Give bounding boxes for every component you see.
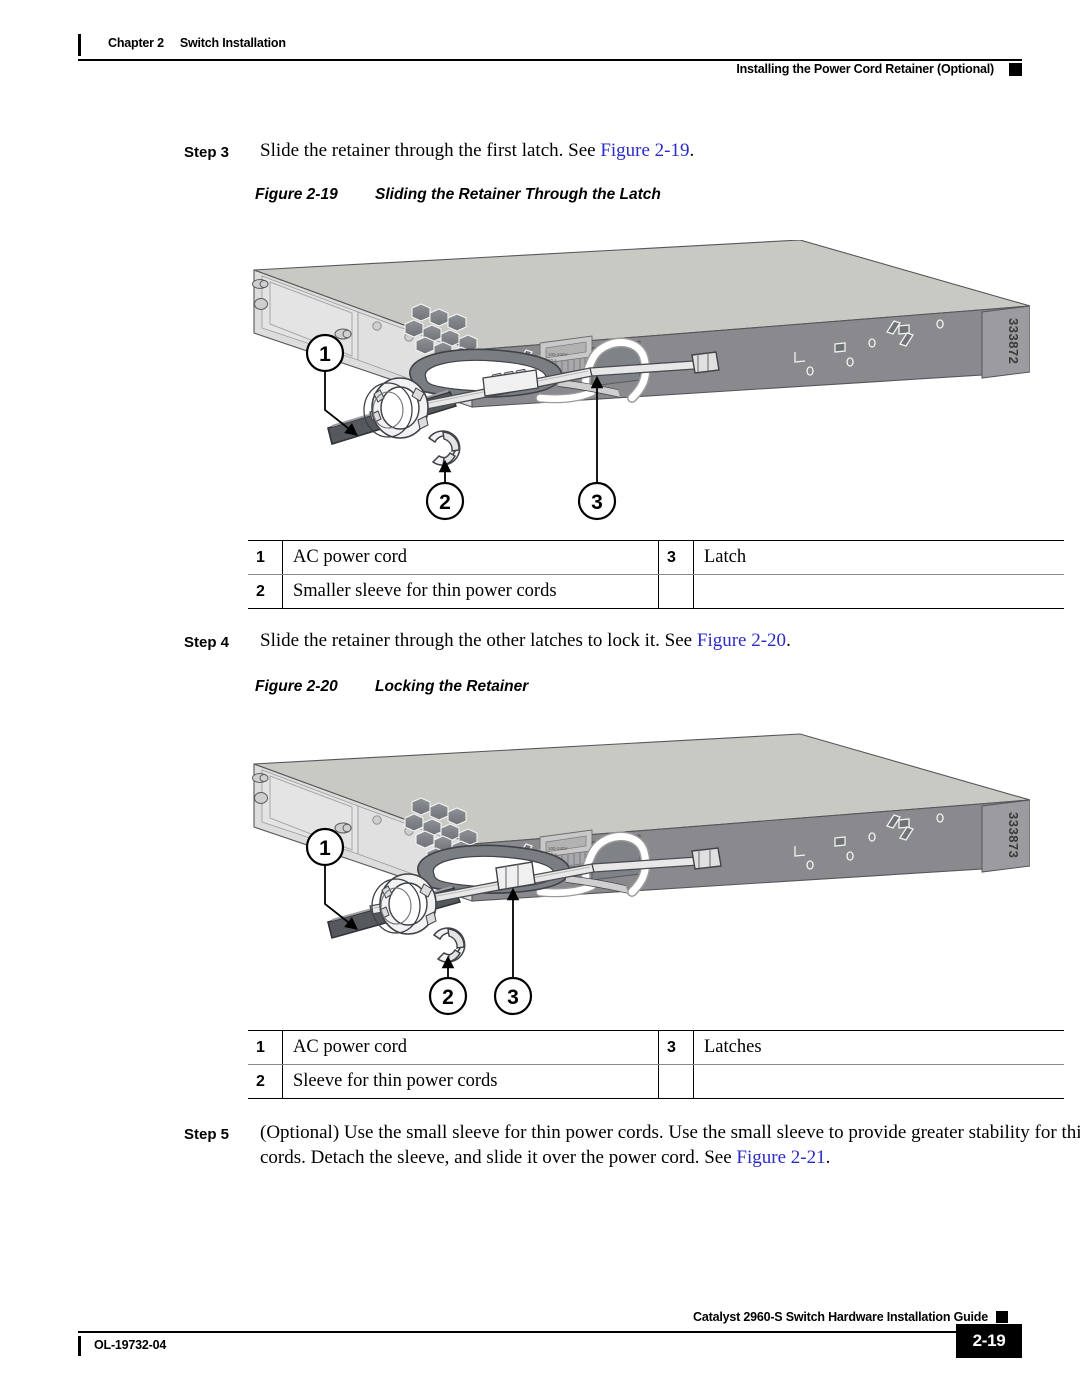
legend-number: 1 <box>248 1030 283 1065</box>
legend-text: Latches <box>693 1030 1064 1065</box>
svg-text:100-240V: 100-240V <box>548 846 568 851</box>
legend-text: AC power cord <box>282 1030 659 1065</box>
legend-number <box>658 574 694 609</box>
step-4-text-before: Slide the retainer through the other lat… <box>260 630 697 651</box>
header-section-title: Installing the Power Cord Retainer (Opti… <box>736 62 994 76</box>
header-tick-mark <box>78 34 81 56</box>
figure-2-20-legend-table: 1 AC power cord 3 Latches 2 Sleeve for t… <box>248 1030 1064 1099</box>
footer-guide-title: Catalyst 2960-S Switch Hardware Installa… <box>693 1310 988 1324</box>
svg-text:3: 3 <box>507 986 519 1009</box>
document-page: Chapter 2 Switch Installation Installing … <box>0 0 1080 1397</box>
step-4-label: Step 4 <box>184 634 230 651</box>
legend-text: Smaller sleeve for thin power cords <box>282 574 659 609</box>
footer-square-marker <box>996 1311 1008 1323</box>
step-3-text-after: . <box>689 140 695 161</box>
figure-2-20-title: Locking the Retainer <box>375 678 529 695</box>
figure-2-19-number: Figure 2-19 <box>255 186 338 203</box>
step-3-text: Slide the retainer through the first lat… <box>260 138 1040 163</box>
legend-number: 1 <box>248 540 283 575</box>
table-row: 2 Smaller sleeve for thin power cords <box>248 574 1064 609</box>
legend-number: 2 <box>248 574 283 609</box>
figure-2-20-number: Figure 2-20 <box>255 678 338 695</box>
table-row: 1 AC power cord 3 Latch <box>248 540 1064 575</box>
step-4-text-after: . <box>786 630 791 651</box>
table-row: 2 Sleeve for thin power cords <box>248 1064 1064 1099</box>
svg-text:2: 2 <box>442 986 454 1009</box>
step-3-text-before: Slide the retainer through the first lat… <box>260 140 601 161</box>
page-footer: Catalyst 2960-S Switch Hardware Installa… <box>78 1310 1022 1370</box>
step-5-label: Step 5 <box>184 1126 230 1143</box>
page-number-badge: 2-19 <box>956 1324 1022 1358</box>
footer-doc-id: OL-19732-04 <box>94 1338 167 1352</box>
step-3-xref[interactable]: Figure 2-19 <box>600 140 689 161</box>
figure-2-20-art-id: 333873 <box>1006 812 1021 859</box>
legend-text: AC power cord <box>282 540 659 575</box>
breadcrumb-chapter: Chapter 2 <box>108 36 164 50</box>
legend-text <box>693 574 1064 609</box>
figure-2-19-legend-table: 1 AC power cord 3 Latch 2 Smaller sleeve… <box>248 540 1064 609</box>
legend-number: 2 <box>248 1064 283 1099</box>
step-5-text-before: (Optional) Use the small sleeve for thin… <box>260 1122 1080 1168</box>
header-square-marker <box>1009 63 1022 76</box>
svg-text:1: 1 <box>319 837 331 860</box>
figure-2-20-illustration: 100-240V 10 A <box>240 728 1030 1018</box>
step-5-text-after: . <box>825 1147 831 1168</box>
figure-2-19-illustration: 100-240V 10 A 1 2 3 333872 <box>240 240 1030 530</box>
legend-text: Sleeve for thin power cords <box>282 1064 659 1099</box>
step-4-text: Slide the retainer through the other lat… <box>260 628 1040 653</box>
svg-text:3: 3 <box>591 491 603 514</box>
legend-text <box>693 1064 1064 1099</box>
breadcrumb: Chapter 2 Switch Installation <box>108 36 286 50</box>
breadcrumb-chapter-title: Switch Installation <box>179 36 286 50</box>
legend-number: 3 <box>658 1030 694 1065</box>
step-5-text: (Optional) Use the small sleeve for thin… <box>260 1120 1080 1170</box>
page-header: Chapter 2 Switch Installation Installing … <box>78 30 1022 78</box>
legend-text: Latch <box>693 540 1064 575</box>
legend-number: 3 <box>658 540 694 575</box>
figure-2-20-caption: Figure 2-20 Locking the Retainer <box>255 678 528 696</box>
footer-rule <box>78 1331 998 1333</box>
step-5-xref[interactable]: Figure 2-21 <box>736 1147 825 1168</box>
svg-text:2: 2 <box>439 491 451 514</box>
footer-tick-mark <box>78 1336 81 1356</box>
figure-2-19-art-id: 333872 <box>1006 318 1021 365</box>
figure-2-19-caption: Figure 2-19 Sliding the Retainer Through … <box>255 186 661 204</box>
step-3-label: Step 3 <box>184 144 230 161</box>
legend-number <box>658 1064 694 1099</box>
figure-2-19-title: Sliding the Retainer Through the Latch <box>375 186 661 203</box>
svg-text:1: 1 <box>319 343 331 366</box>
header-rule <box>78 59 1022 61</box>
step-4-xref[interactable]: Figure 2-20 <box>697 630 786 651</box>
table-row: 1 AC power cord 3 Latches <box>248 1030 1064 1065</box>
svg-text:100-240V: 100-240V <box>548 352 568 357</box>
